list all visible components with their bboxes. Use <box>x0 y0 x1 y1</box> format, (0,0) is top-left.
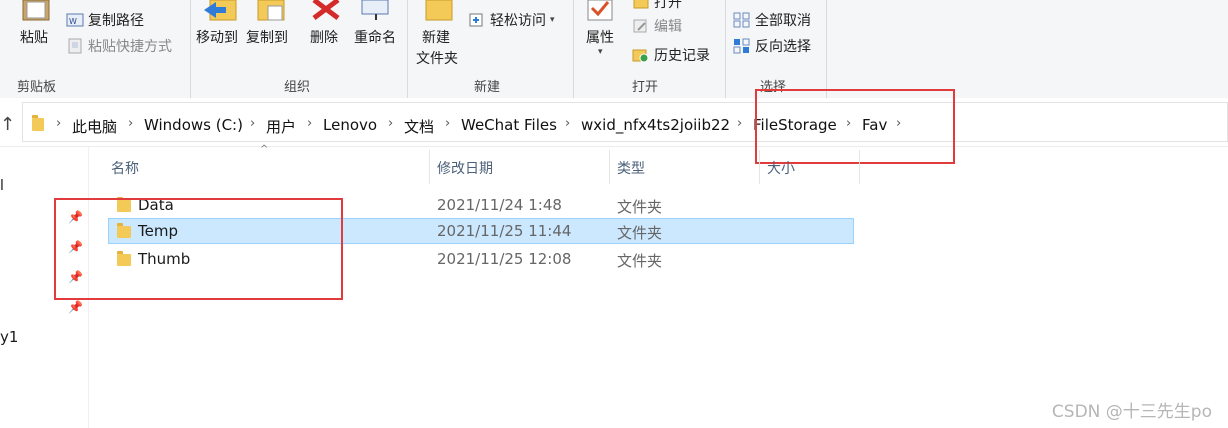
history-label: 历史记录 <box>654 48 710 64</box>
select-none-label: 全部取消 <box>755 13 811 29</box>
new-folder-button[interactable]: 新建 文件夹 <box>414 0 464 70</box>
breadcrumb-lenovo[interactable]: Lenovo <box>323 116 377 134</box>
column-divider[interactable] <box>759 150 760 184</box>
chevron-right-icon: › <box>250 116 256 131</box>
edit-button[interactable]: 编辑 <box>632 16 682 36</box>
ribbon-divider <box>826 0 827 98</box>
move-to-label: 移动到 <box>196 30 238 46</box>
copy-to-icon <box>257 0 285 21</box>
copy-path-button[interactable]: W 复制路径 <box>66 10 144 30</box>
open-group-label: 打开 <box>632 80 659 95</box>
column-header-name[interactable]: 名称 <box>111 158 139 178</box>
highlight-box-folders <box>54 198 343 300</box>
new-group-label: 新建 <box>474 80 501 95</box>
properties-icon <box>587 0 613 21</box>
svg-text:W: W <box>69 17 77 26</box>
rename-button[interactable]: 重命名 <box>352 0 402 70</box>
breadcrumb-this-pc[interactable]: 此电脑 <box>72 116 117 137</box>
folder-icon <box>32 115 44 131</box>
chevron-right-icon: › <box>56 116 62 131</box>
new-folder-label-line1: 新建 <box>422 30 450 46</box>
ribbon: 粘贴 W 复制路径 粘贴快捷方式 剪贴板 移动到 复制到 删除 重命名 组织 新… <box>0 0 1228 99</box>
easy-access-button[interactable]: 轻松访问 ▾ <box>468 10 555 30</box>
chevron-right-icon: › <box>565 116 571 131</box>
invert-selection-icon <box>733 38 750 54</box>
column-header-size[interactable]: 大小 <box>767 158 795 178</box>
new-folder-label-line2: 文件夹 <box>416 51 458 67</box>
column-divider[interactable] <box>609 150 610 184</box>
dropdown-arrow-icon: ▾ <box>598 47 603 57</box>
edit-icon <box>633 19 647 33</box>
paste-label: 粘贴 <box>20 30 48 46</box>
delete-button[interactable]: 删除 <box>306 0 346 70</box>
open-label: 打开 <box>654 0 682 11</box>
delete-icon <box>312 0 340 20</box>
breadcrumb-windows-c[interactable]: Windows (C:) <box>144 116 243 134</box>
delete-label: 删除 <box>310 30 338 46</box>
file-modified: 2021/11/24 1:48 <box>437 196 562 214</box>
history-icon <box>632 49 649 63</box>
open-icon <box>633 0 649 9</box>
file-modified: 2021/11/25 11:44 <box>437 222 572 240</box>
edit-label: 编辑 <box>654 19 682 35</box>
file-modified: 2021/11/25 12:08 <box>437 250 572 268</box>
file-type: 文件夹 <box>617 224 663 242</box>
file-type: 文件夹 <box>617 198 663 216</box>
chevron-right-icon: › <box>445 116 451 131</box>
paste-shortcut-button[interactable]: 粘贴快捷方式 <box>66 36 172 56</box>
clipboard-group-label: 剪贴板 <box>17 80 57 95</box>
move-to-icon <box>204 0 237 21</box>
column-header-modified[interactable]: 修改日期 <box>437 158 493 178</box>
history-button[interactable]: 历史记录 <box>632 45 710 65</box>
paste-shortcut-icon <box>68 38 82 54</box>
invert-selection-button[interactable]: 反向选择 <box>733 36 811 56</box>
copy-path-icon: W <box>66 13 84 27</box>
new-folder-icon <box>425 0 453 21</box>
column-divider[interactable] <box>859 150 860 184</box>
breadcrumb-wxid[interactable]: wxid_nfx4ts2joiib22 <box>581 116 730 134</box>
chevron-right-icon: › <box>128 116 134 131</box>
rename-label: 重命名 <box>354 30 396 46</box>
paste-shortcut-label: 粘贴快捷方式 <box>88 39 172 55</box>
copy-path-label: 复制路径 <box>88 13 144 29</box>
chevron-right-icon: › <box>307 116 313 131</box>
easy-access-label: 轻松访问 <box>490 13 546 29</box>
chevron-right-icon: › <box>388 116 394 131</box>
breadcrumb-documents[interactable]: 文档 <box>404 116 434 137</box>
ribbon-divider <box>190 0 191 98</box>
up-arrow-icon[interactable]: ↑ <box>0 114 15 135</box>
ribbon-divider <box>407 0 408 98</box>
paste-button[interactable]: 粘贴 <box>14 0 58 70</box>
pin-icon[interactable]: 📌 <box>68 300 83 314</box>
breadcrumb-wechat-files[interactable]: WeChat Files <box>461 116 557 134</box>
select-none-icon <box>733 12 750 28</box>
sort-ascending-icon: ^ <box>260 144 269 155</box>
copy-to-button[interactable]: 复制到 <box>246 0 296 70</box>
file-type: 文件夹 <box>617 252 663 270</box>
ribbon-divider <box>725 0 726 98</box>
chevron-right-icon: › <box>737 116 743 131</box>
properties-button[interactable]: 属性 ▾ <box>580 0 624 70</box>
nav-item-fragment[interactable]: y1 <box>0 328 18 346</box>
organize-group-label: 组织 <box>284 80 311 95</box>
rename-icon <box>361 0 389 20</box>
column-divider[interactable] <box>429 150 430 184</box>
breadcrumb-users[interactable]: 用户 <box>266 116 296 137</box>
nav-item-fragment[interactable]: l <box>0 178 4 194</box>
highlight-box-breadcrumb <box>755 89 955 164</box>
easy-access-icon <box>469 13 483 27</box>
dropdown-arrow-icon: ▾ <box>550 15 555 25</box>
properties-label: 属性 <box>586 30 614 46</box>
clipboard-icon <box>22 0 50 21</box>
invert-selection-label: 反向选择 <box>755 39 811 55</box>
column-header-type[interactable]: 类型 <box>617 158 645 178</box>
move-to-button[interactable]: 移动到 <box>194 0 244 70</box>
watermark: CSDN @十三先生po <box>1051 402 1212 422</box>
open-button[interactable]: 打开 <box>632 0 682 12</box>
copy-to-label: 复制到 <box>246 30 288 46</box>
ribbon-divider <box>573 0 574 98</box>
select-none-button[interactable]: 全部取消 <box>733 10 811 30</box>
